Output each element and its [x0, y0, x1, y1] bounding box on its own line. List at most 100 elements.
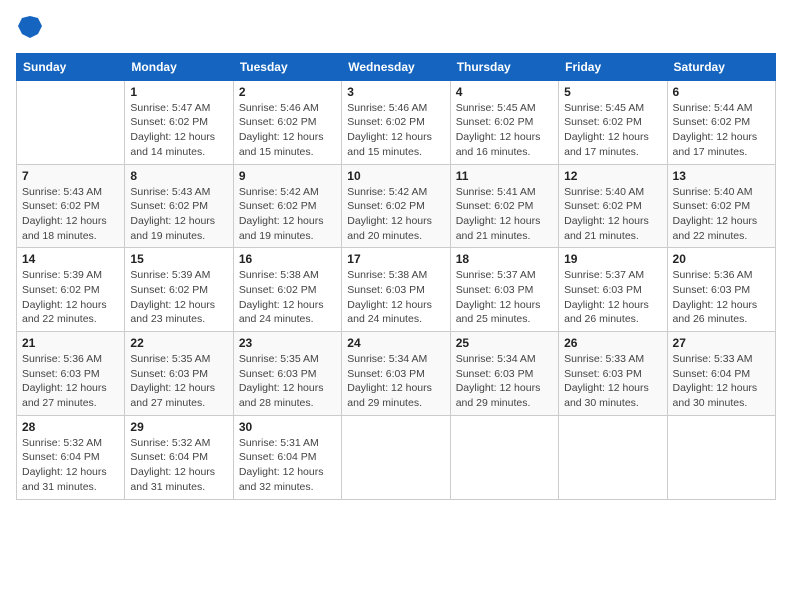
day-header-tuesday: Tuesday: [233, 53, 341, 80]
day-number: 23: [239, 336, 336, 350]
day-number: 26: [564, 336, 661, 350]
calendar-cell: [342, 415, 450, 499]
day-info: Sunrise: 5:35 AMSunset: 6:03 PMDaylight:…: [130, 352, 227, 411]
calendar-cell: 10 Sunrise: 5:42 AMSunset: 6:02 PMDayligh…: [342, 164, 450, 248]
day-header-monday: Monday: [125, 53, 233, 80]
day-info: Sunrise: 5:46 AMSunset: 6:02 PMDaylight:…: [239, 101, 336, 160]
day-number: 25: [456, 336, 553, 350]
day-number: 1: [130, 85, 227, 99]
day-number: 2: [239, 85, 336, 99]
day-number: 6: [673, 85, 770, 99]
day-info: Sunrise: 5:37 AMSunset: 6:03 PMDaylight:…: [564, 268, 661, 327]
calendar-cell: 1 Sunrise: 5:47 AMSunset: 6:02 PMDaylight…: [125, 80, 233, 164]
day-info: Sunrise: 5:45 AMSunset: 6:02 PMDaylight:…: [564, 101, 661, 160]
day-number: 13: [673, 169, 770, 183]
day-info: Sunrise: 5:42 AMSunset: 6:02 PMDaylight:…: [239, 185, 336, 244]
page-header: [16, 16, 776, 43]
calendar-cell: 16 Sunrise: 5:38 AMSunset: 6:02 PMDayligh…: [233, 248, 341, 332]
calendar-cell: 7Sunrise: 5:43 AMSunset: 6:02 PMDaylight…: [17, 164, 125, 248]
day-number: 21: [22, 336, 119, 350]
calendar-cell: 30 Sunrise: 5:31 AMSunset: 6:04 PMDayligh…: [233, 415, 341, 499]
calendar-cell: 28Sunrise: 5:32 AMSunset: 6:04 PMDayligh…: [17, 415, 125, 499]
day-info: Sunrise: 5:42 AMSunset: 6:02 PMDaylight:…: [347, 185, 444, 244]
day-info: Sunrise: 5:32 AMSunset: 6:04 PMDaylight:…: [130, 436, 227, 495]
day-info: Sunrise: 5:47 AMSunset: 6:02 PMDaylight:…: [130, 101, 227, 160]
calendar-cell: 25 Sunrise: 5:34 AMSunset: 6:03 PMDayligh…: [450, 332, 558, 416]
day-info: Sunrise: 5:38 AMSunset: 6:03 PMDaylight:…: [347, 268, 444, 327]
logo: [16, 16, 42, 43]
day-number: 9: [239, 169, 336, 183]
day-header-saturday: Saturday: [667, 53, 775, 80]
calendar-cell: 22 Sunrise: 5:35 AMSunset: 6:03 PMDayligh…: [125, 332, 233, 416]
day-number: 7: [22, 169, 119, 183]
day-number: 18: [456, 252, 553, 266]
calendar-cell: 8 Sunrise: 5:43 AMSunset: 6:02 PMDaylight…: [125, 164, 233, 248]
calendar-cell: 2 Sunrise: 5:46 AMSunset: 6:02 PMDaylight…: [233, 80, 341, 164]
day-number: 30: [239, 420, 336, 434]
calendar-cell: 29 Sunrise: 5:32 AMSunset: 6:04 PMDayligh…: [125, 415, 233, 499]
day-info: Sunrise: 5:40 AMSunset: 6:02 PMDaylight:…: [564, 185, 661, 244]
calendar-cell: 14 Sunrise: 5:39 AMSunset: 6:02 PMDayligh…: [17, 248, 125, 332]
day-info: Sunrise: 5:36 AMSunset: 6:03 PMDaylight:…: [22, 352, 119, 411]
calendar-cell: [17, 80, 125, 164]
calendar-cell: 24 Sunrise: 5:34 AMSunset: 6:03 PMDayligh…: [342, 332, 450, 416]
day-info: Sunrise: 5:33 AMSunset: 6:04 PMDaylight:…: [673, 352, 770, 411]
day-number: 3: [347, 85, 444, 99]
calendar-cell: 4Sunrise: 5:45 AMSunset: 6:02 PMDaylight…: [450, 80, 558, 164]
day-number: 8: [130, 169, 227, 183]
day-info: Sunrise: 5:32 AMSunset: 6:04 PMDaylight:…: [22, 436, 119, 495]
day-header-thursday: Thursday: [450, 53, 558, 80]
day-info: Sunrise: 5:39 AMSunset: 6:02 PMDaylight:…: [22, 268, 119, 327]
calendar-cell: 27 Sunrise: 5:33 AMSunset: 6:04 PMDayligh…: [667, 332, 775, 416]
day-header-sunday: Sunday: [17, 53, 125, 80]
day-info: Sunrise: 5:37 AMSunset: 6:03 PMDaylight:…: [456, 268, 553, 327]
calendar-cell: [559, 415, 667, 499]
day-info: Sunrise: 5:41 AMSunset: 6:02 PMDaylight:…: [456, 185, 553, 244]
day-number: 19: [564, 252, 661, 266]
day-number: 15: [130, 252, 227, 266]
calendar-cell: 15 Sunrise: 5:39 AMSunset: 6:02 PMDayligh…: [125, 248, 233, 332]
day-number: 5: [564, 85, 661, 99]
calendar-cell: 20 Sunrise: 5:36 AMSunset: 6:03 PMDayligh…: [667, 248, 775, 332]
calendar-cell: [450, 415, 558, 499]
day-number: 22: [130, 336, 227, 350]
day-number: 24: [347, 336, 444, 350]
calendar-cell: 3Sunrise: 5:46 AMSunset: 6:02 PMDaylight…: [342, 80, 450, 164]
logo-icon: [18, 16, 42, 38]
day-info: Sunrise: 5:43 AMSunset: 6:02 PMDaylight:…: [130, 185, 227, 244]
day-number: 29: [130, 420, 227, 434]
day-header-wednesday: Wednesday: [342, 53, 450, 80]
day-info: Sunrise: 5:34 AMSunset: 6:03 PMDaylight:…: [456, 352, 553, 411]
day-info: Sunrise: 5:34 AMSunset: 6:03 PMDaylight:…: [347, 352, 444, 411]
day-info: Sunrise: 5:35 AMSunset: 6:03 PMDaylight:…: [239, 352, 336, 411]
day-number: 20: [673, 252, 770, 266]
calendar-cell: 12 Sunrise: 5:40 AMSunset: 6:02 PMDayligh…: [559, 164, 667, 248]
day-info: Sunrise: 5:33 AMSunset: 6:03 PMDaylight:…: [564, 352, 661, 411]
calendar-cell: [667, 415, 775, 499]
day-number: 12: [564, 169, 661, 183]
day-info: Sunrise: 5:36 AMSunset: 6:03 PMDaylight:…: [673, 268, 770, 327]
day-number: 16: [239, 252, 336, 266]
day-number: 11: [456, 169, 553, 183]
day-number: 10: [347, 169, 444, 183]
calendar-table: SundayMondayTuesdayWednesdayThursdayFrid…: [16, 53, 776, 500]
day-header-friday: Friday: [559, 53, 667, 80]
day-info: Sunrise: 5:31 AMSunset: 6:04 PMDaylight:…: [239, 436, 336, 495]
day-info: Sunrise: 5:39 AMSunset: 6:02 PMDaylight:…: [130, 268, 227, 327]
calendar-cell: 26 Sunrise: 5:33 AMSunset: 6:03 PMDayligh…: [559, 332, 667, 416]
calendar-cell: 5 Sunrise: 5:45 AMSunset: 6:02 PMDaylight…: [559, 80, 667, 164]
calendar-cell: 13 Sunrise: 5:40 AMSunset: 6:02 PMDayligh…: [667, 164, 775, 248]
day-number: 14: [22, 252, 119, 266]
calendar-cell: 23 Sunrise: 5:35 AMSunset: 6:03 PMDayligh…: [233, 332, 341, 416]
calendar-cell: 11 Sunrise: 5:41 AMSunset: 6:02 PMDayligh…: [450, 164, 558, 248]
calendar-cell: 9 Sunrise: 5:42 AMSunset: 6:02 PMDaylight…: [233, 164, 341, 248]
day-info: Sunrise: 5:40 AMSunset: 6:02 PMDaylight:…: [673, 185, 770, 244]
day-info: Sunrise: 5:38 AMSunset: 6:02 PMDaylight:…: [239, 268, 336, 327]
calendar-cell: 17Sunrise: 5:38 AMSunset: 6:03 PMDayligh…: [342, 248, 450, 332]
calendar-cell: 6 Sunrise: 5:44 AMSunset: 6:02 PMDaylight…: [667, 80, 775, 164]
day-number: 27: [673, 336, 770, 350]
day-info: Sunrise: 5:44 AMSunset: 6:02 PMDaylight:…: [673, 101, 770, 160]
calendar-cell: 21 Sunrise: 5:36 AMSunset: 6:03 PMDayligh…: [17, 332, 125, 416]
day-number: 4: [456, 85, 553, 99]
calendar-cell: 19 Sunrise: 5:37 AMSunset: 6:03 PMDayligh…: [559, 248, 667, 332]
